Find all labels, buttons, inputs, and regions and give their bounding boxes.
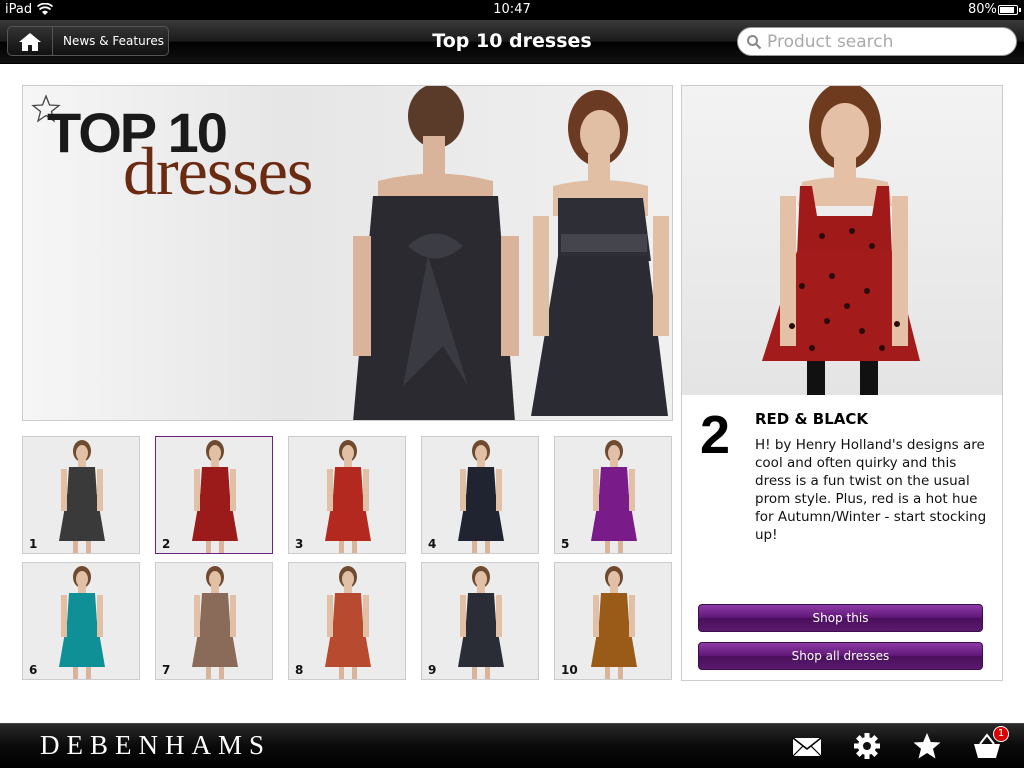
- dress-thumbnail-number: 2: [162, 537, 171, 551]
- dress-photo: [682, 86, 1002, 395]
- dress-thumbnail-number: 6: [29, 663, 38, 677]
- status-bar: iPad 10:47 80%: [0, 0, 1024, 20]
- dress-thumbnail-image: [422, 437, 538, 553]
- dress-thumbnail[interactable]: 7: [155, 562, 273, 680]
- dress-name: RED & BLACK: [755, 410, 869, 428]
- basket-count-badge: 1: [993, 726, 1009, 742]
- battery-icon: [998, 5, 1021, 15]
- mail-icon[interactable]: [792, 732, 822, 760]
- dress-thumbnail-image: [156, 563, 272, 679]
- dress-thumbnail-image: [289, 437, 405, 553]
- dress-thumbnail-number: 8: [295, 663, 304, 677]
- dress-thumbnail[interactable]: 1: [22, 436, 140, 554]
- search-icon: [747, 35, 762, 50]
- battery-percentage: 80%: [968, 2, 997, 17]
- shop-this-button[interactable]: Shop this: [698, 604, 983, 632]
- dress-thumbnail[interactable]: 3: [288, 436, 406, 554]
- dress-thumbnail[interactable]: 10: [554, 562, 672, 680]
- debenhams-logo: DEBENHAMS: [40, 730, 272, 760]
- gear-icon[interactable]: [852, 732, 882, 760]
- dress-thumbnail[interactable]: 4: [421, 436, 539, 554]
- dress-thumbnail-number: 5: [561, 537, 570, 551]
- dress-thumbnail-number: 9: [428, 663, 437, 677]
- dress-thumbnail-image: [23, 563, 139, 679]
- dress-thumbnail-number: 1: [29, 537, 38, 551]
- clock: 10:47: [493, 2, 531, 17]
- dress-rank-number: 2: [700, 405, 731, 465]
- dress-thumbnail-image: [289, 563, 405, 679]
- dress-thumbnail[interactable]: 6: [22, 562, 140, 680]
- shop-all-dresses-button[interactable]: Shop all dresses: [698, 642, 983, 670]
- dress-thumbnail-number: 4: [428, 537, 437, 551]
- search-field[interactable]: [737, 27, 1017, 56]
- navigation-bar: News & Features Top 10 dresses: [0, 20, 1024, 64]
- dress-thumbnail-image: [422, 563, 538, 679]
- hero-banner: TOP 10 dresses: [22, 85, 673, 421]
- dress-thumbnail[interactable]: 9: [421, 562, 539, 680]
- dress-thumbnail-number: 7: [162, 663, 171, 677]
- hero-models-image: [353, 86, 669, 420]
- dress-description: H! by Henry Holland's designs are cool a…: [755, 437, 987, 543]
- dress-thumbnail-number: 10: [561, 663, 578, 677]
- dress-thumbnail[interactable]: 8: [288, 562, 406, 680]
- dress-detail-panel: 2 RED & BLACK H! by Henry Holland's desi…: [681, 85, 1003, 681]
- bottom-toolbar: DEBENHAMS 1: [0, 723, 1024, 768]
- dress-thumbnail[interactable]: 2: [155, 436, 273, 554]
- dress-thumbnail-image: [23, 437, 139, 553]
- dress-thumbnail-image: [156, 437, 272, 553]
- favourites-star-icon[interactable]: [912, 732, 942, 760]
- dress-thumbnail-number: 3: [295, 537, 304, 551]
- dress-thumbnail-image: [555, 437, 671, 553]
- dress-thumbnail[interactable]: 5: [554, 436, 672, 554]
- search-input[interactable]: [767, 31, 1007, 53]
